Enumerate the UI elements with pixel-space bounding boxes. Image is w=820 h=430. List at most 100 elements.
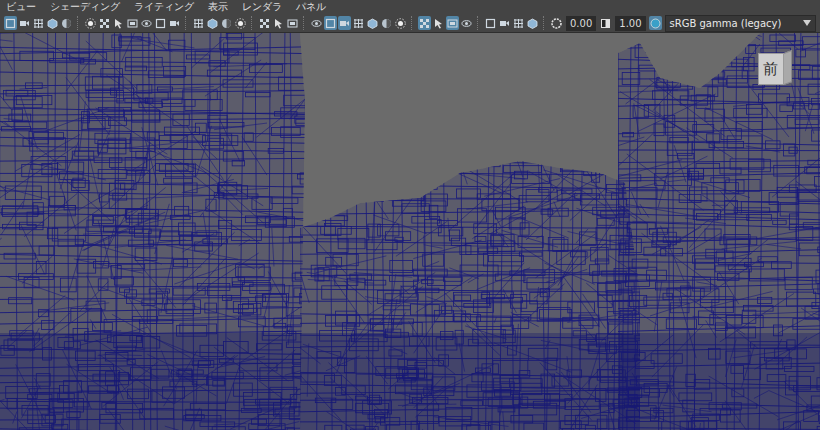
toolbar-separator bbox=[251, 16, 254, 30]
gamma-field[interactable]: 1.00 bbox=[615, 16, 645, 31]
view-cube-side[interactable] bbox=[784, 50, 792, 85]
menu-item[interactable]: ライティング bbox=[134, 0, 194, 14]
toolbar-button[interactable] bbox=[380, 16, 393, 30]
sphere-icon bbox=[61, 18, 72, 29]
toolbar-button[interactable] bbox=[366, 16, 379, 30]
wireframe-scene bbox=[0, 33, 820, 430]
sphere-icon bbox=[221, 18, 232, 29]
light-icon bbox=[85, 18, 96, 29]
toolbar-button[interactable] bbox=[432, 16, 445, 30]
toolbar-button[interactable] bbox=[4, 16, 17, 30]
colorspace-value: sRGB gamma (legacy) bbox=[670, 17, 803, 30]
camera-icon bbox=[499, 18, 510, 29]
sphere-icon bbox=[381, 18, 392, 29]
checker-icon bbox=[419, 18, 430, 29]
camera-icon bbox=[339, 18, 350, 29]
toolbar-button[interactable] bbox=[498, 16, 511, 30]
toolbar-group bbox=[192, 16, 247, 30]
gamma-button[interactable] bbox=[599, 16, 612, 30]
toolbar-button[interactable] bbox=[206, 16, 219, 30]
toolbar-group bbox=[4, 16, 73, 30]
toolbar-button[interactable] bbox=[126, 16, 139, 30]
toolbar-button[interactable] bbox=[460, 16, 473, 30]
menu-bar: ビューシェーディングライティング表示レンダラパネル bbox=[0, 0, 820, 14]
checker-icon bbox=[99, 18, 110, 29]
square-icon bbox=[5, 18, 16, 29]
toolbar-separator bbox=[543, 16, 546, 30]
cube-icon bbox=[207, 18, 218, 29]
square-icon bbox=[485, 18, 496, 29]
toolbar-button[interactable] bbox=[18, 16, 31, 30]
toolbar-button[interactable] bbox=[512, 16, 525, 30]
toolbar-group bbox=[310, 16, 407, 30]
light-icon bbox=[235, 18, 246, 29]
colorspace-dropdown[interactable]: sRGB gamma (legacy) bbox=[665, 15, 816, 32]
toolbar-button[interactable] bbox=[234, 16, 247, 30]
toolbar-button[interactable] bbox=[324, 16, 337, 30]
exposure-field[interactable]: 0.00 bbox=[566, 16, 596, 31]
cube-icon bbox=[527, 18, 538, 29]
exposure-button[interactable] bbox=[550, 16, 563, 30]
toolbar-group bbox=[418, 16, 473, 30]
menu-item[interactable]: シェーディング bbox=[50, 0, 120, 14]
view-cube[interactable]: 前 bbox=[758, 53, 792, 89]
toolbar-button[interactable] bbox=[32, 16, 45, 30]
light-icon bbox=[395, 18, 406, 29]
toolbar-button[interactable] bbox=[112, 16, 125, 30]
toolbar-button[interactable] bbox=[98, 16, 111, 30]
menu-item[interactable]: ビュー bbox=[6, 0, 36, 14]
toolbar-button[interactable] bbox=[394, 16, 407, 30]
eye-icon bbox=[461, 18, 472, 29]
toolbar-button[interactable] bbox=[484, 16, 497, 30]
toolbar-button[interactable] bbox=[60, 16, 73, 30]
cube-icon bbox=[367, 18, 378, 29]
camera-icon bbox=[169, 18, 180, 29]
toolbar-separator bbox=[185, 16, 188, 30]
camera-icon bbox=[19, 18, 30, 29]
view-cube-front[interactable]: 前 bbox=[758, 53, 784, 85]
eye-icon bbox=[311, 18, 322, 29]
color-wheel-icon bbox=[650, 18, 661, 29]
toolbar-button[interactable] bbox=[310, 16, 323, 30]
arrow-icon bbox=[433, 18, 444, 29]
color-management-button[interactable] bbox=[649, 16, 662, 30]
toolbar-button[interactable] bbox=[168, 16, 181, 30]
toolbar-group bbox=[484, 16, 539, 30]
dropdown-arrow-icon bbox=[803, 20, 811, 26]
square-icon bbox=[325, 18, 336, 29]
toolbar-button[interactable] bbox=[352, 16, 365, 30]
toolbar-button[interactable] bbox=[258, 16, 271, 30]
toolbar-separator bbox=[303, 16, 306, 30]
viewport[interactable]: 前 bbox=[0, 33, 820, 430]
aperture-icon bbox=[551, 18, 562, 29]
toolbar-button[interactable] bbox=[84, 16, 97, 30]
film-icon bbox=[447, 18, 458, 29]
grid-icon bbox=[33, 18, 44, 29]
arrow-icon bbox=[113, 18, 124, 29]
toolbar-button[interactable] bbox=[46, 16, 59, 30]
toolbar-button[interactable] bbox=[140, 16, 153, 30]
toolbar-button[interactable] bbox=[526, 16, 539, 30]
toolbar-button[interactable] bbox=[446, 16, 459, 30]
arrow-icon bbox=[273, 18, 284, 29]
toolbar-button[interactable] bbox=[338, 16, 351, 30]
toolbar-group bbox=[258, 16, 299, 30]
grid-icon bbox=[193, 18, 204, 29]
toolbar-button[interactable] bbox=[192, 16, 205, 30]
eye-icon bbox=[141, 18, 152, 29]
toolbar-button[interactable] bbox=[220, 16, 233, 30]
cube-icon bbox=[47, 18, 58, 29]
toolbar-group bbox=[84, 16, 181, 30]
toolbar-button[interactable] bbox=[286, 16, 299, 30]
menu-item[interactable]: 表示 bbox=[208, 0, 228, 14]
square-icon bbox=[155, 18, 166, 29]
menu-item[interactable]: レンダラ bbox=[242, 0, 282, 14]
menu-item[interactable]: パネル bbox=[296, 0, 326, 14]
checker-icon bbox=[259, 18, 270, 29]
half-circle-icon bbox=[600, 18, 611, 29]
toolbar-button[interactable] bbox=[272, 16, 285, 30]
film-icon bbox=[127, 18, 138, 29]
film-icon bbox=[287, 18, 298, 29]
toolbar-button[interactable] bbox=[418, 16, 431, 30]
toolbar-button[interactable] bbox=[154, 16, 167, 30]
